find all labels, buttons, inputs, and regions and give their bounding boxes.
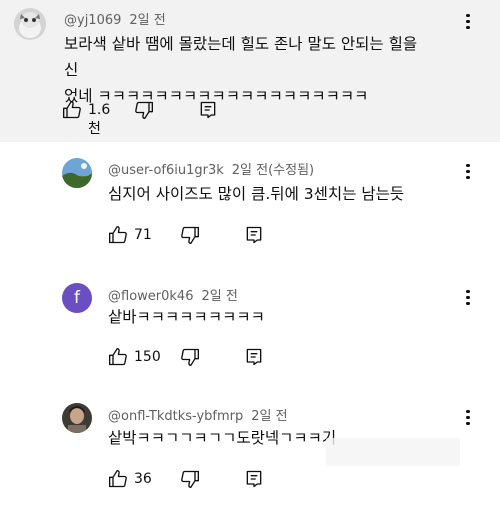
comment-author[interactable]: @flower0k46 [108,289,193,304]
reply-item: @user-of6iu1gr3k 2일 전(수정됨) 심지어 사이즈도 많이 큼.… [0,150,500,260]
like-button[interactable] [62,100,82,120]
more-options-icon[interactable] [464,14,472,30]
reply-button[interactable] [244,225,264,245]
comment-time[interactable]: 2일 전 [251,409,287,424]
comment-text: 샅박ㅋㅋㄱㄱㅋㄱㄱ도랏넥ㄱㅋㅋ기 [108,429,337,447]
avatar[interactable]: f [62,283,92,313]
dislike-button[interactable] [180,347,200,367]
comment-text-line: 보라색 샅바 땜에 몰랐는데 힐도 존나 말도 안되는 힐을 신 [64,35,418,79]
reply-button[interactable] [244,347,264,367]
thumbs-up-icon [109,226,127,244]
comment-thread: @yj1069 2일 전 보라색 샅바 땜에 몰랐는데 힐도 존나 말도 안되는 … [0,0,500,508]
comment-text: 심지어 사이즈도 많이 큼.뒤에 3센치는 남는듯 [108,185,405,203]
like-count: 36 [134,471,152,487]
dislike-button[interactable] [134,100,154,120]
thumbs-up-icon [109,348,127,366]
avatar[interactable] [62,403,92,433]
like-count: 150 [134,349,161,365]
comment-text: 샅바ㅋㅋㅋㅋㅋㅋㅋㅋㅋ [108,308,265,326]
thumbs-up-icon [109,470,127,488]
avatar[interactable] [14,8,46,40]
thumbs-down-icon [181,470,199,488]
like-button[interactable] [108,225,128,245]
thumbs-down-icon [135,101,153,119]
thumbs-down-icon [181,348,199,366]
reply-item: f @flower0k46 2일 전 샅바ㅋㅋㅋㅋㅋㅋㅋㅋㅋ 150 [0,276,500,386]
reply-button[interactable] [244,469,264,489]
comment-time[interactable]: 2일 전 [201,289,237,304]
comment-author[interactable]: @user-of6iu1gr3k [108,163,224,178]
comment-item: @yj1069 2일 전 보라색 샅바 땜에 몰랐는데 힐도 존나 말도 안되는 … [0,0,500,142]
comment-meta: @flower0k46 2일 전 [108,285,238,304]
like-count: 1.6천 [88,102,111,137]
like-count: 71 [134,227,152,243]
reply-icon [246,348,262,366]
thumbs-down-icon [181,226,199,244]
dislike-button[interactable] [180,225,200,245]
comment-author[interactable]: @onfl-Tkdtks-ybfmrp [108,409,243,424]
reply-icon [246,226,262,244]
avatar[interactable] [62,158,92,188]
watermark-overlay [326,438,460,466]
avatar-letter: f [74,288,80,308]
comment-text-line: 었네 ㅋㅋㅋㅋㅋㅋㅋㅋㅋㅋㅋㅋㅋㅋㅋㅋㅋㅋㅋ [64,87,369,105]
comment-text: 보라색 샅바 땜에 몰랐는데 힐도 존나 말도 안되는 힐을 신 었네 ㅋㅋㅋㅋ… [64,31,424,109]
reply-icon [200,101,216,119]
dislike-button[interactable] [180,469,200,489]
reply-icon [246,470,262,488]
comment-meta: @yj1069 2일 전 [64,9,166,28]
more-options-icon[interactable] [464,164,472,180]
more-options-icon[interactable] [464,410,472,426]
comment-time[interactable]: 2일 전(수정됨) [232,163,314,178]
like-button[interactable] [108,347,128,367]
like-button[interactable] [108,469,128,489]
comment-meta: @user-of6iu1gr3k 2일 전(수정됨) [108,159,314,178]
comment-time[interactable]: 2일 전 [129,13,165,28]
comment-meta: @onfl-Tkdtks-ybfmrp 2일 전 [108,405,288,424]
more-options-icon[interactable] [464,290,472,306]
reply-button[interactable] [198,100,218,120]
thumbs-up-icon [63,101,81,119]
comment-author[interactable]: @yj1069 [64,13,121,28]
